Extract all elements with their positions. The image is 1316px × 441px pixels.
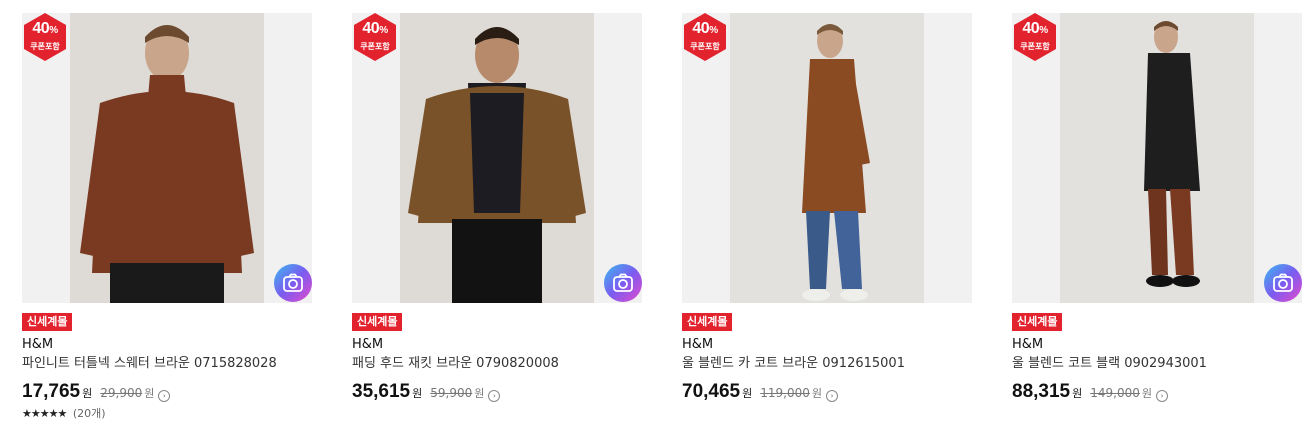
discount-badge: 40% 쿠폰포함 xyxy=(682,13,728,61)
store-tag: 신세계몰 xyxy=(22,313,73,331)
product-image-area[interactable]: 40% 쿠폰포함 xyxy=(352,13,642,303)
product-photo[interactable] xyxy=(1060,13,1254,303)
product-title[interactable]: 파인니트 터틀넥 스웨터 브라운 0715828028 xyxy=(22,356,312,372)
store-tag: 신세계몰 xyxy=(1012,313,1063,331)
product-photo[interactable] xyxy=(70,13,264,303)
star-icon: ★★★★★ xyxy=(22,407,67,420)
sale-price: 70,465 xyxy=(682,381,741,402)
brand-name[interactable]: H&M xyxy=(1012,337,1302,353)
product-card[interactable]: 40% 쿠폰포함 신세계몰 H&M 패딩 후드 재킷 브라운 079082000… xyxy=(352,13,642,403)
discount-label: 쿠폰포함 xyxy=(1020,42,1050,51)
brand-name[interactable]: H&M xyxy=(352,337,642,353)
info-circle-icon[interactable]: › xyxy=(826,390,838,402)
camera-search-icon xyxy=(1273,273,1293,292)
discount-label: 쿠폰포함 xyxy=(360,42,390,51)
original-price: 59,900 xyxy=(430,386,473,400)
original-currency-unit: 원 xyxy=(1141,387,1152,400)
info-circle-icon[interactable]: › xyxy=(1156,390,1168,402)
original-currency-unit: 원 xyxy=(474,387,485,400)
rating[interactable]: ★★★★★ (20개) xyxy=(22,407,312,421)
discount-percent: 40% xyxy=(362,20,388,37)
camera-search-button[interactable] xyxy=(604,264,642,302)
camera-search-icon xyxy=(283,273,303,292)
product-photo[interactable] xyxy=(400,13,594,303)
currency-unit: 원 xyxy=(82,387,93,400)
price-row: 17,765 원 29,900 원 › xyxy=(22,381,312,403)
product-card[interactable]: 40% 쿠폰포함 신세계몰 H&M 파인니트 터틀넥 스웨터 브라운 07158… xyxy=(22,13,312,421)
store-tag: 신세계몰 xyxy=(352,313,403,331)
product-card[interactable]: 40% 쿠폰포함 신세계몰 H&M 울 블렌드 카 코트 브라운 0912615… xyxy=(682,13,972,403)
discount-percent: 40% xyxy=(1022,20,1048,37)
product-title[interactable]: 울 블렌드 카 코트 브라운 0912615001 xyxy=(682,356,972,372)
price-row: 35,615 원 59,900 원 › xyxy=(352,381,642,403)
camera-search-icon xyxy=(613,273,633,292)
product-image-area[interactable]: 40% 쿠폰포함 xyxy=(22,13,312,303)
camera-search-button[interactable] xyxy=(1264,264,1302,302)
product-photo[interactable] xyxy=(730,13,924,303)
product-card[interactable]: 40% 쿠폰포함 신세계몰 H&M 울 블렌드 코트 블랙 0902943001… xyxy=(1012,13,1302,403)
discount-badge: 40% 쿠폰포함 xyxy=(352,13,398,61)
product-title[interactable]: 울 블렌드 코트 블랙 0902943001 xyxy=(1012,356,1302,372)
sale-price: 88,315 xyxy=(1012,381,1071,402)
discount-percent: 40% xyxy=(32,20,58,37)
original-currency-unit: 원 xyxy=(144,387,155,400)
price-row: 70,465 원 119,000 원 › xyxy=(682,381,972,403)
currency-unit: 원 xyxy=(412,387,423,400)
store-tag: 신세계몰 xyxy=(682,313,733,331)
brand-name[interactable]: H&M xyxy=(22,337,312,353)
camera-search-button[interactable] xyxy=(274,264,312,302)
price-row: 88,315 원 149,000 원 › xyxy=(1012,381,1302,403)
original-price: 29,900 xyxy=(100,386,143,400)
discount-label: 쿠폰포함 xyxy=(30,42,60,51)
currency-unit: 원 xyxy=(742,387,753,400)
product-image-area[interactable]: 40% 쿠폰포함 xyxy=(1012,13,1302,303)
currency-unit: 원 xyxy=(1072,387,1083,400)
product-image-area[interactable]: 40% 쿠폰포함 xyxy=(682,13,972,303)
discount-badge: 40% 쿠폰포함 xyxy=(22,13,68,61)
info-circle-icon[interactable]: › xyxy=(488,390,501,402)
brand-name[interactable]: H&M xyxy=(682,337,972,353)
original-price: 119,000 xyxy=(760,386,810,400)
original-currency-unit: 원 xyxy=(811,387,822,400)
sale-price: 17,765 xyxy=(22,381,81,402)
original-price: 149,000 xyxy=(1090,386,1140,400)
product-title[interactable]: 패딩 후드 재킷 브라운 0790820008 xyxy=(352,356,642,372)
review-count: (20개) xyxy=(72,407,106,420)
discount-percent: 40% xyxy=(692,20,718,37)
sale-price: 35,615 xyxy=(352,381,411,402)
info-circle-icon[interactable]: › xyxy=(158,390,171,402)
discount-label: 쿠폰포함 xyxy=(690,42,720,51)
discount-badge: 40% 쿠폰포함 xyxy=(1012,13,1058,61)
